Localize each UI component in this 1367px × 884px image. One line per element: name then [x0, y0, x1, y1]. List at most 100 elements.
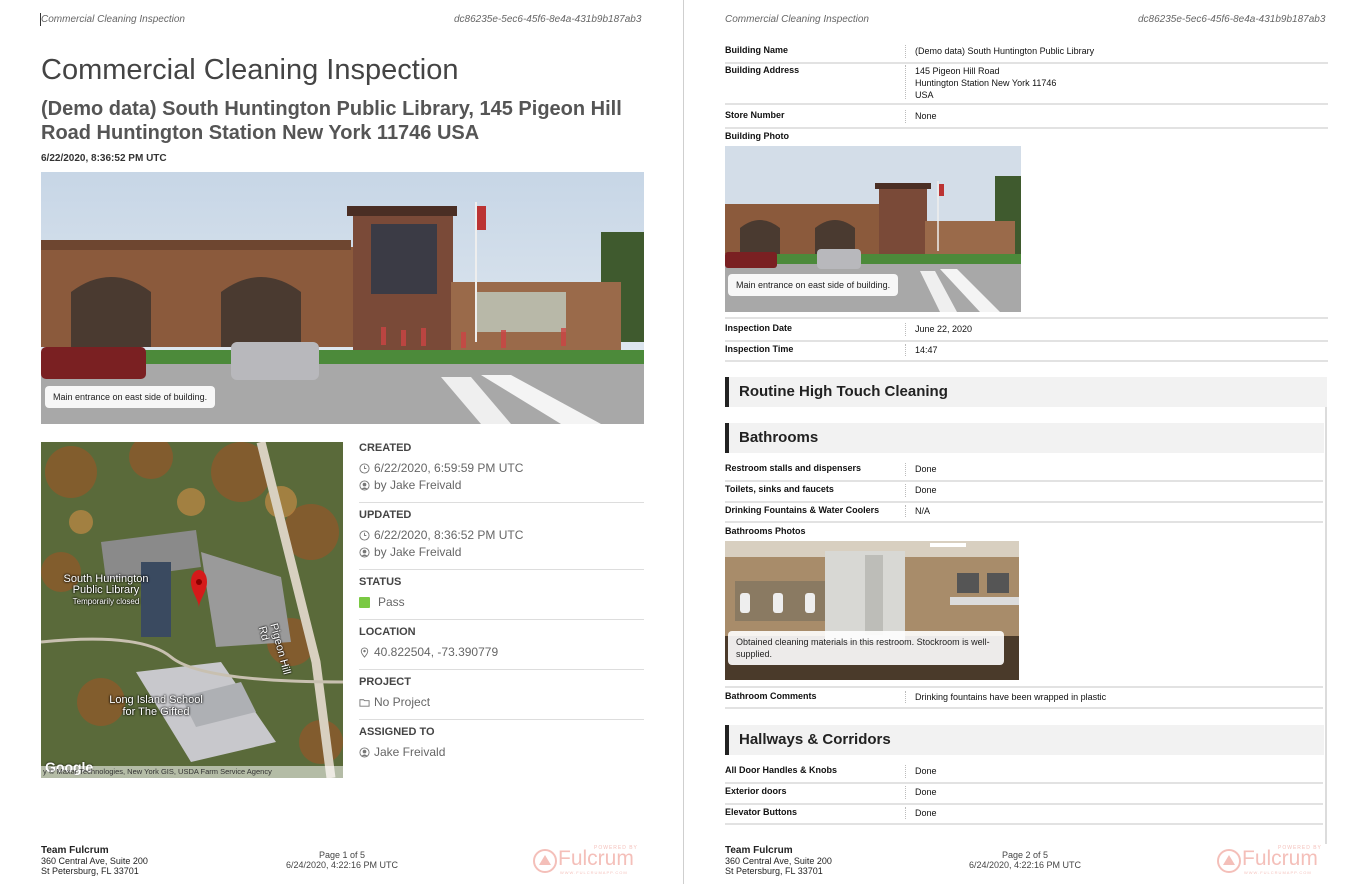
footer-org-address-2: St Petersburg, FL 33701 [41, 866, 139, 876]
fulcrum-logo: POWERED BY Fulcrum WWW.FULCRUMAPP.COM [532, 845, 642, 875]
fulcrum-logo: POWERED BY Fulcrum WWW.FULCRUMAPP.COM [1216, 845, 1326, 875]
field-label: Toilets, sinks and faucets [725, 484, 834, 494]
section-routine-high-touch: Routine High Touch Cleaning [725, 377, 1327, 407]
assigned-block: ASSIGNED TO Jake Freivald [359, 720, 644, 769]
location-value: 40.822504, -73.390779 [374, 645, 499, 659]
page-number: Page 1 of 5 [318, 850, 366, 860]
location-label: LOCATION [359, 626, 416, 638]
map-school-label-1: Long Island School [109, 694, 203, 706]
footer-org-address-1: 360 Central Ave, Suite 200 [41, 856, 148, 866]
clock-icon [359, 463, 370, 474]
field-inspection-time: Inspection Time 14:47 [725, 344, 1328, 362]
field-value: (Demo data) South Huntington Public Libr… [915, 46, 1095, 56]
map-attribution: y © Maxar Technologies, New York GIS, US… [41, 766, 343, 778]
updated-by: by Jake Freivald [374, 545, 462, 559]
field-building-address: Building Address 145 Pigeon Hill Road Hu… [725, 65, 1328, 105]
field-label: Exterior doors [725, 786, 787, 796]
page-1: Commercial Cleaning Inspection dc86235e-… [0, 0, 684, 884]
updated-block: UPDATED 6/22/2020, 8:36:52 PM UTC by Jak… [359, 503, 644, 570]
clock-icon [359, 530, 370, 541]
section-border [1325, 378, 1327, 844]
photo-caption: Main entrance on east side of building. [45, 386, 216, 408]
header-title: Commercial Cleaning Inspection [41, 14, 185, 25]
footer-page-info: Page 1 of 5 6/24/2020, 4:22:16 PM UTC [262, 850, 422, 870]
folder-icon [359, 699, 370, 707]
logo-text: Fulcrum [558, 847, 634, 870]
record-subtitle: (Demo data) South Huntington Public Libr… [41, 98, 622, 144]
address-line-3: USA [915, 90, 934, 100]
field-label: Store Number [725, 110, 785, 120]
header-record-id: dc86235e-5ec6-45f6-8e4a-431b9b187ab3 [1138, 14, 1326, 25]
logo-text: Fulcrum [1242, 847, 1318, 870]
created-block: CREATED 6/22/2020, 6:59:59 PM UTC by Jak… [359, 436, 644, 503]
address-line-1: 145 Pigeon Hill Road [915, 66, 1000, 76]
field-label: All Door Handles & Knobs [725, 765, 838, 775]
field-value: Done [915, 485, 937, 495]
assigned-value: Jake Freivald [374, 745, 446, 759]
page-number: Page 2 of 5 [1001, 850, 1049, 860]
status-color-swatch [359, 597, 370, 608]
field-value: Done [915, 766, 937, 776]
field-store-number: Store Number None [725, 110, 1328, 129]
field-building-name: Building Name (Demo data) South Huntingt… [725, 45, 1328, 64]
address-line-2: Huntington Station New York 11746 [915, 78, 1057, 88]
fulcrum-logo-icon [533, 849, 557, 873]
location-block: LOCATION 40.822504, -73.390779 [359, 620, 644, 670]
field-hall-row: All Door Handles & Knobs Done [725, 765, 1323, 784]
location-map[interactable]: South Huntington Public Library Temporar… [41, 442, 343, 778]
user-icon [359, 480, 370, 491]
field-value: June 22, 2020 [915, 324, 973, 334]
field-value: None [915, 111, 937, 121]
photo-caption: Obtained cleaning materials in this rest… [728, 631, 1004, 665]
field-inspection-date: Inspection Date June 22, 2020 [725, 323, 1328, 342]
field-label: Inspection Time [725, 344, 794, 354]
fulcrum-logo-icon [1217, 849, 1241, 873]
field-label: Bathroom Comments [725, 691, 817, 701]
section-hallways-corridors: Hallways & Corridors [725, 725, 1324, 755]
building-photo-small[interactable]: Main entrance on east side of building. [725, 146, 1021, 312]
field-label: Elevator Buttons [725, 807, 798, 817]
field-label: Restroom stalls and dispensers [725, 463, 862, 473]
project-block: PROJECT No Project [359, 670, 644, 720]
map-pin-icon [360, 647, 369, 658]
section-bathrooms: Bathrooms [725, 423, 1324, 453]
user-icon [359, 547, 370, 558]
created-by: by Jake Freivald [374, 478, 462, 492]
field-label: Bathrooms Photos [725, 526, 806, 536]
photo-caption: Main entrance on east side of building. [728, 274, 899, 296]
record-metadata: CREATED 6/22/2020, 6:59:59 PM UTC by Jak… [359, 436, 644, 769]
field-label: Building Name [725, 45, 789, 55]
footer-page-info: Page 2 of 5 6/24/2020, 4:22:16 PM UTC [945, 850, 1105, 870]
field-value: Done [915, 787, 937, 797]
map-school-label-2: for The Gifted [122, 706, 190, 718]
bathroom-photo[interactable]: Obtained cleaning materials in this rest… [725, 541, 1019, 680]
field-bath-row: Toilets, sinks and faucets Done [725, 484, 1323, 503]
created-time: 6/22/2020, 6:59:59 PM UTC [374, 461, 524, 475]
field-label: Drinking Fountains & Water Coolers [725, 505, 880, 515]
print-timestamp: 6/24/2020, 4:22:16 PM UTC [968, 860, 1082, 870]
footer-organization: Team Fulcrum 360 Central Ave, Suite 200 … [41, 845, 148, 877]
logo-url: WWW.FULCRUMAPP.COM [560, 870, 628, 875]
header-title: Commercial Cleaning Inspection [725, 14, 869, 25]
footer-org-address-2: St Petersburg, FL 33701 [725, 866, 823, 876]
field-hall-row: Elevator Buttons Done [725, 807, 1323, 825]
field-value: N/A [915, 506, 931, 516]
field-value: 14:47 [915, 345, 938, 355]
field-label: Building Address [725, 65, 800, 75]
footer-organization: Team Fulcrum 360 Central Ave, Suite 200 … [725, 845, 832, 877]
field-hall-row: Exterior doors Done [725, 786, 1323, 805]
field-bath-row: Drinking Fountains & Water Coolers N/A [725, 505, 1323, 523]
map-place-note: Temporarily closed [72, 597, 140, 606]
status-value: Pass [378, 595, 405, 609]
print-timestamp: 6/24/2020, 4:22:16 PM UTC [285, 860, 399, 870]
project-value: No Project [374, 695, 431, 709]
field-bathroom-comments: Bathroom Comments Drinking fountains hav… [725, 691, 1323, 709]
map-place-label-2: Public Library [72, 584, 140, 596]
project-label: PROJECT [359, 676, 411, 688]
pdf-viewer: Commercial Cleaning Inspection dc86235e-… [0, 0, 1367, 884]
user-icon [359, 747, 370, 758]
building-photo[interactable]: Main entrance on east side of building. [41, 172, 644, 424]
field-value: Done [915, 464, 937, 474]
updated-label: UPDATED [359, 509, 412, 521]
status-label: STATUS [359, 576, 402, 588]
